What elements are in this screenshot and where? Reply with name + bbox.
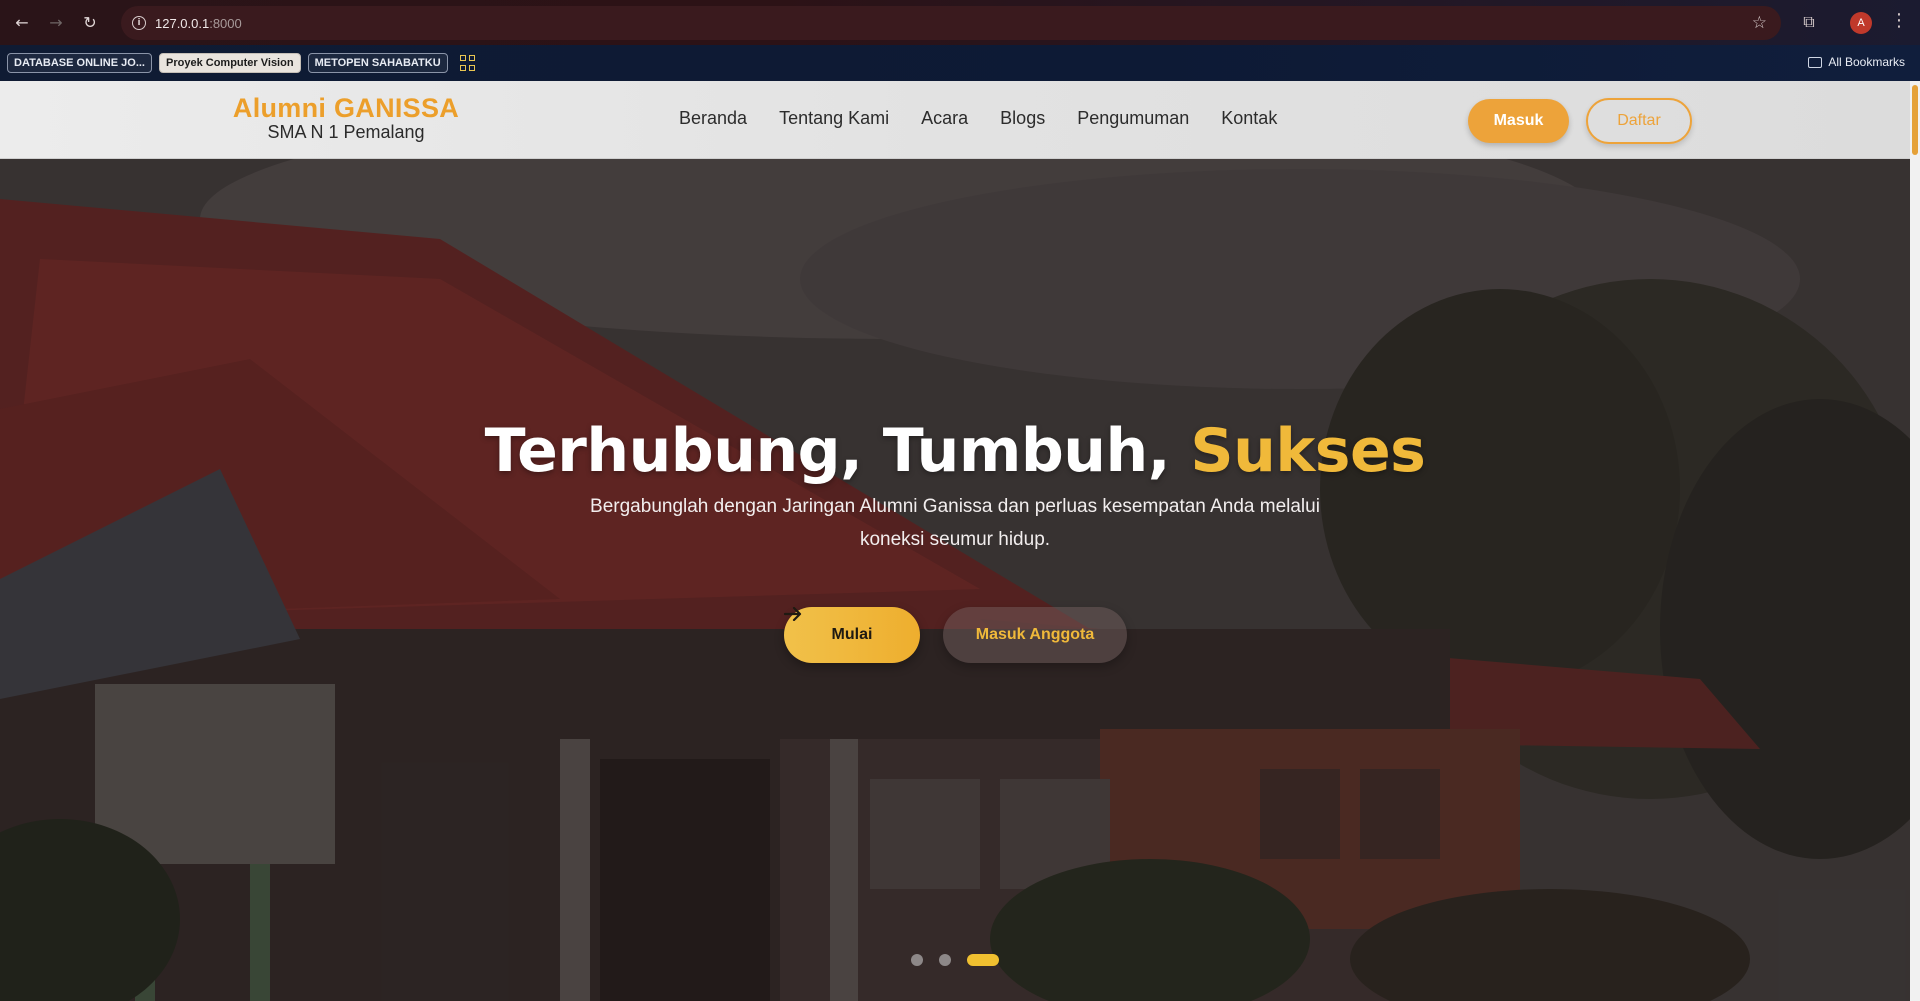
browser-toolbar: ← → ↻ i 127.0.0.1:8000 ☆ ⧉ A ⋮ [0, 0, 1920, 45]
start-button-label: Mulai [831, 626, 873, 643]
nav-kontak[interactable]: Kontak [1221, 108, 1277, 129]
carousel-dot-3-active[interactable] [967, 954, 999, 966]
url-host: 127.0.0.1 [155, 15, 210, 31]
nav-pengumuman[interactable]: Pengumuman [1077, 108, 1189, 129]
carousel-dot-2[interactable] [939, 954, 951, 966]
bookmark-database-online[interactable]: DATABASE ONLINE JO... [7, 53, 152, 73]
arrow-right-icon [784, 607, 802, 621]
nav-acara[interactable]: Acara [921, 108, 968, 129]
url-port: :8000 [209, 15, 242, 31]
hero-title-accent: Sukses [1190, 416, 1426, 486]
scrollbar-thumb[interactable] [1912, 85, 1918, 155]
bookmark-metopen-sahabatku[interactable]: METOPEN SAHABATKU [307, 53, 448, 73]
reload-icon[interactable]: ↻ [78, 11, 102, 35]
all-bookmarks-label: All Bookmarks [1828, 55, 1905, 69]
site-info-icon[interactable]: i [132, 16, 146, 30]
member-login-button[interactable]: Masuk Anggota [943, 607, 1127, 663]
page-scrollbar[interactable] [1910, 81, 1920, 1001]
apps-grid-icon[interactable] [459, 55, 476, 71]
brand-subtitle: SMA N 1 Pemalang [267, 122, 425, 142]
bookmarks-bar: DATABASE ONLINE JO... Proyek Computer Vi… [0, 45, 1920, 81]
extensions-icon[interactable]: ⧉ [1798, 11, 1820, 33]
address-bar[interactable]: i 127.0.0.1:8000 ☆ [121, 6, 1781, 40]
main-navigation: Beranda Tentang Kami Acara Blogs Pengumu… [679, 108, 1309, 129]
brand-title: Alumni GANISSA [232, 93, 460, 123]
register-button[interactable]: Daftar [1586, 98, 1692, 144]
page-viewport: Terhubung, Tumbuh, Sukses Bergabunglah d… [0, 81, 1920, 1001]
hero-overlay [0, 159, 1910, 1001]
carousel-indicators [911, 954, 999, 966]
bookmark-proyek-computer-vision[interactable]: Proyek Computer Vision [159, 53, 301, 73]
nav-tentang-kami[interactable]: Tentang Kami [779, 108, 889, 129]
hero-title: Terhubung, Tumbuh, Sukses [0, 416, 1910, 486]
bookmark-star-icon[interactable]: ☆ [1752, 13, 1767, 33]
nav-blogs[interactable]: Blogs [1000, 108, 1045, 129]
hero-description: Bergabunglah dengan Jaringan Alumni Gani… [590, 496, 1320, 550]
all-bookmarks-button[interactable]: All Bookmarks [1808, 55, 1905, 69]
site-header: Alumni GANISSA SMA N 1 Pemalang Beranda … [0, 81, 1910, 159]
profile-avatar[interactable]: A [1850, 12, 1872, 34]
folder-icon [1808, 56, 1823, 68]
url-text[interactable]: 127.0.0.1:8000 [155, 16, 242, 31]
back-arrow-icon[interactable]: ← [10, 11, 34, 35]
forward-arrow-icon[interactable]: → [44, 11, 68, 35]
start-button[interactable]: Mulai [784, 607, 920, 663]
brand-logo[interactable]: Alumni GANISSA SMA N 1 Pemalang [220, 93, 472, 143]
carousel-dot-1[interactable] [911, 954, 923, 966]
hero-section: Terhubung, Tumbuh, Sukses Bergabunglah d… [0, 159, 1910, 1001]
hero-title-main: Terhubung, Tumbuh, [484, 416, 1191, 486]
kebab-menu-icon[interactable]: ⋮ [1890, 10, 1908, 31]
login-button[interactable]: Masuk [1468, 99, 1569, 143]
nav-beranda[interactable]: Beranda [679, 108, 747, 129]
